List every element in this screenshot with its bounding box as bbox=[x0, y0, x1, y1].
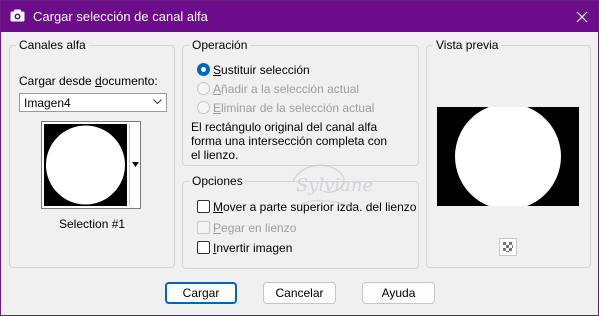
watermark-logo: Sylviane bbox=[292, 164, 373, 212]
close-icon[interactable] bbox=[571, 6, 593, 28]
paste-on-canvas-checkbox[interactable] bbox=[197, 221, 210, 234]
canales-alfa-title: Canales alfa bbox=[16, 38, 89, 52]
thumbnail-dropdown-button[interactable] bbox=[129, 124, 140, 206]
load-from-document-label: Cargar desde documento: bbox=[19, 74, 158, 88]
remove-from-selection-label[interactable]: Eliminar de la selección actual bbox=[213, 101, 374, 115]
chevron-down-icon bbox=[153, 99, 162, 105]
selection-name: Selection #1 bbox=[59, 217, 126, 231]
load-button[interactable]: Cargar bbox=[165, 282, 237, 304]
window-title: Cargar selección de canal alfa bbox=[33, 9, 208, 24]
replace-selection-radio[interactable] bbox=[197, 63, 210, 76]
document-select[interactable]: Imagen4 bbox=[19, 93, 167, 112]
title-bar: Cargar selección de canal alfa bbox=[1, 1, 598, 32]
watermark-text: Sylviane bbox=[296, 175, 373, 196]
channel-thumbnail-picker[interactable] bbox=[41, 121, 141, 209]
add-to-selection-label[interactable]: Añadir a la selección actual bbox=[213, 82, 359, 96]
camera-icon bbox=[10, 9, 25, 22]
white-circle-preview-icon bbox=[455, 103, 561, 210]
white-circle-thumbnail-icon bbox=[46, 125, 125, 205]
move-top-left-checkbox[interactable] bbox=[197, 200, 210, 213]
cancel-button[interactable]: Cancelar bbox=[263, 282, 336, 304]
channel-thumbnail bbox=[44, 124, 127, 206]
description-line-1: El rectángulo original del canal alfa bbox=[191, 120, 378, 134]
document-select-value: Imagen4 bbox=[24, 96, 71, 110]
caret-down-icon bbox=[132, 162, 139, 167]
vista-previa-title: Vista previa bbox=[433, 38, 502, 52]
operacion-title: Operación bbox=[189, 38, 251, 52]
help-button[interactable]: Ayuda bbox=[362, 282, 435, 304]
replace-selection-label[interactable]: Sustituir selección bbox=[213, 63, 310, 77]
dialog-window: Cargar selección de canal alfa Canales a… bbox=[0, 0, 599, 316]
invert-image-label[interactable]: Invertir imagen bbox=[213, 241, 292, 255]
opciones-title: Opciones bbox=[189, 174, 246, 188]
add-to-selection-radio[interactable] bbox=[197, 82, 210, 95]
checkerboard-icon[interactable] bbox=[499, 238, 517, 256]
remove-from-selection-radio[interactable] bbox=[197, 101, 210, 114]
preview-image bbox=[437, 103, 579, 210]
invert-image-checkbox[interactable] bbox=[197, 241, 210, 254]
description-line-2: forma una intersección completa con bbox=[191, 134, 388, 148]
